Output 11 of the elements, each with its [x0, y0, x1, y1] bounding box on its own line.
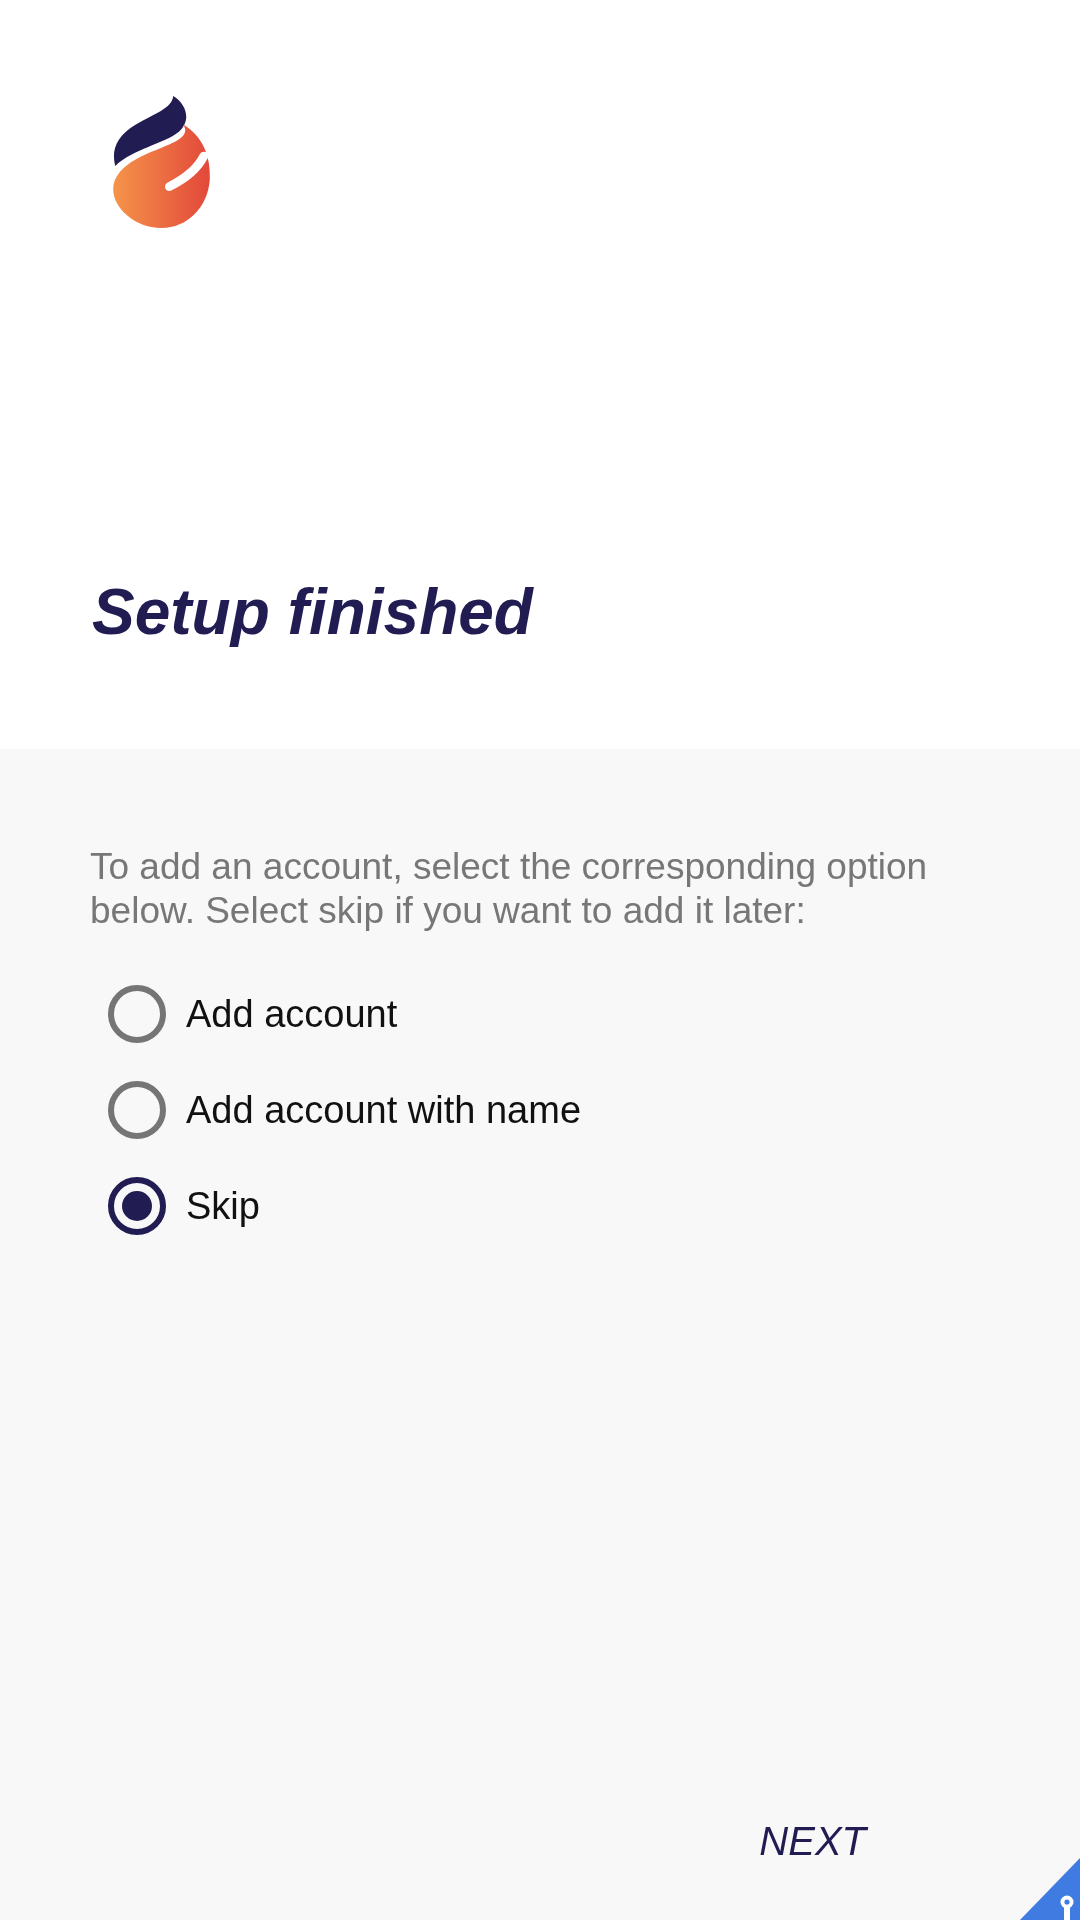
instructions-text: To add an account, select the corresponding option below. Select skip if you want to add it later: [90, 845, 929, 933]
page-title: Setup finished [92, 577, 533, 648]
radio-button[interactable] [108, 985, 166, 1043]
flame-logo-icon [112, 95, 211, 229]
next-button[interactable]: NEXT [755, 1813, 870, 1870]
option-label[interactable]: Add account with name [186, 1088, 581, 1132]
option-label[interactable]: Add account [186, 992, 398, 1036]
radio-button[interactable] [108, 1177, 166, 1235]
radio-button[interactable] [108, 1081, 166, 1139]
keyhole-corner-icon[interactable] [1020, 1858, 1080, 1920]
option-label[interactable]: Skip [186, 1184, 260, 1228]
